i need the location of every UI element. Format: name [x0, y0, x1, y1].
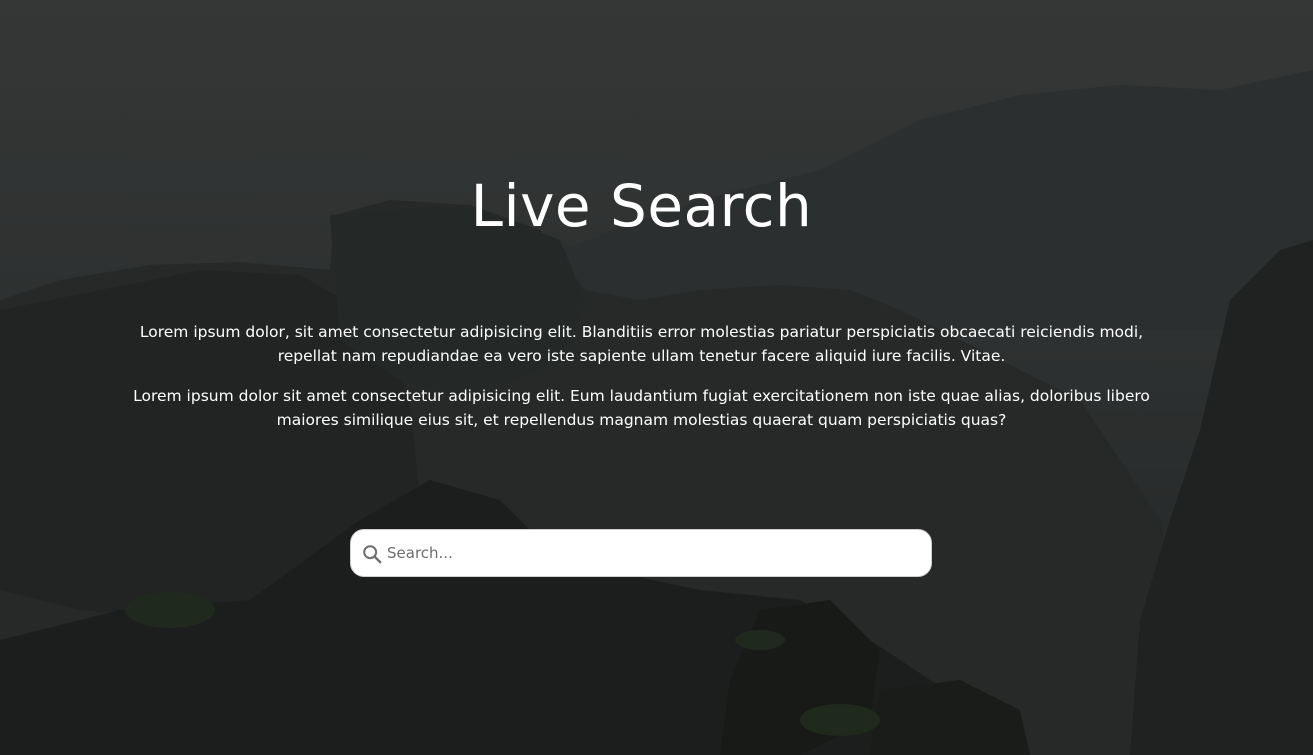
- search-box[interactable]: [350, 529, 932, 577]
- intro-paragraph-2: Lorem ipsum dolor sit amet consectetur a…: [133, 387, 1150, 429]
- search-icon: [363, 545, 382, 564]
- hero-section: Live Search Lorem ipsum dolor, sit amet …: [0, 0, 1313, 755]
- page-title: Live Search: [470, 172, 813, 240]
- search-input[interactable]: [387, 538, 917, 568]
- intro-paragraph-1: Lorem ipsum dolor, sit amet consectetur …: [139, 323, 1144, 365]
